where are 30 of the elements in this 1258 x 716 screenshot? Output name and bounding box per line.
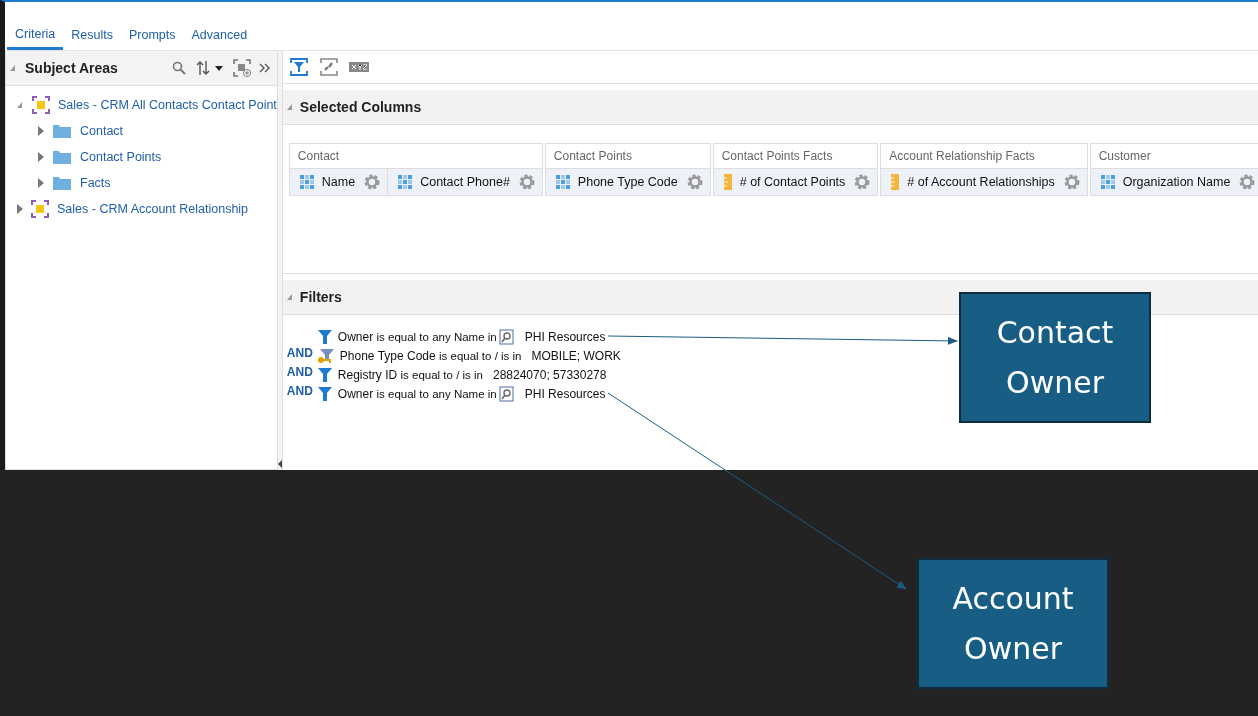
filter-condition[interactable]: Owner is equal to any Name in [337,386,497,401]
and-connector[interactable]: AND [286,346,313,360]
column-chip[interactable]: Name [289,169,389,195]
column-chip[interactable]: # of Contact Points [713,169,878,195]
tab[interactable]: Results [63,28,121,50]
and-connector[interactable]: AND [286,365,313,379]
callout-box: Account Owner [917,558,1109,689]
filter-value: MOBILE; WORK [531,348,621,363]
section-title: Selected Columns [299,99,422,115]
column-chip[interactable]: # of Account Relationships [881,169,1087,195]
tree-item[interactable]: Sales - CRM All Contacts Contact Point [58,98,277,112]
tab[interactable]: Advanced [183,28,256,50]
tree-item[interactable]: Contact [80,124,124,138]
tree-item[interactable]: Facts [80,176,111,190]
tab[interactable]: Prompts [121,28,184,50]
tree-item[interactable]: Sales - CRM Account Relationship [57,202,249,216]
column-chip[interactable]: Organization Name [1090,169,1258,195]
filter-condition[interactable]: Phone Type Code is equal to / is in [339,348,522,363]
column-chip[interactable]: Contact Phone# [388,169,542,195]
section-title: Filters [299,289,342,305]
filter-value: PHI Resources [524,329,606,344]
filter-condition[interactable]: Owner is equal to any Name in [337,329,497,344]
and-connector[interactable]: AND [286,384,313,398]
panel-title: Subject Areas [25,60,118,76]
callout-box: Contact Owner [959,292,1151,423]
tree-item[interactable]: Contact Points [80,150,162,164]
column-chip[interactable]: Phone Type Code [545,169,710,195]
filter-value: 28824070; 57330278 [493,367,607,382]
filter-value: PHI Resources [524,386,606,401]
filter-condition[interactable]: Registry ID is equal to / is in [337,367,483,382]
